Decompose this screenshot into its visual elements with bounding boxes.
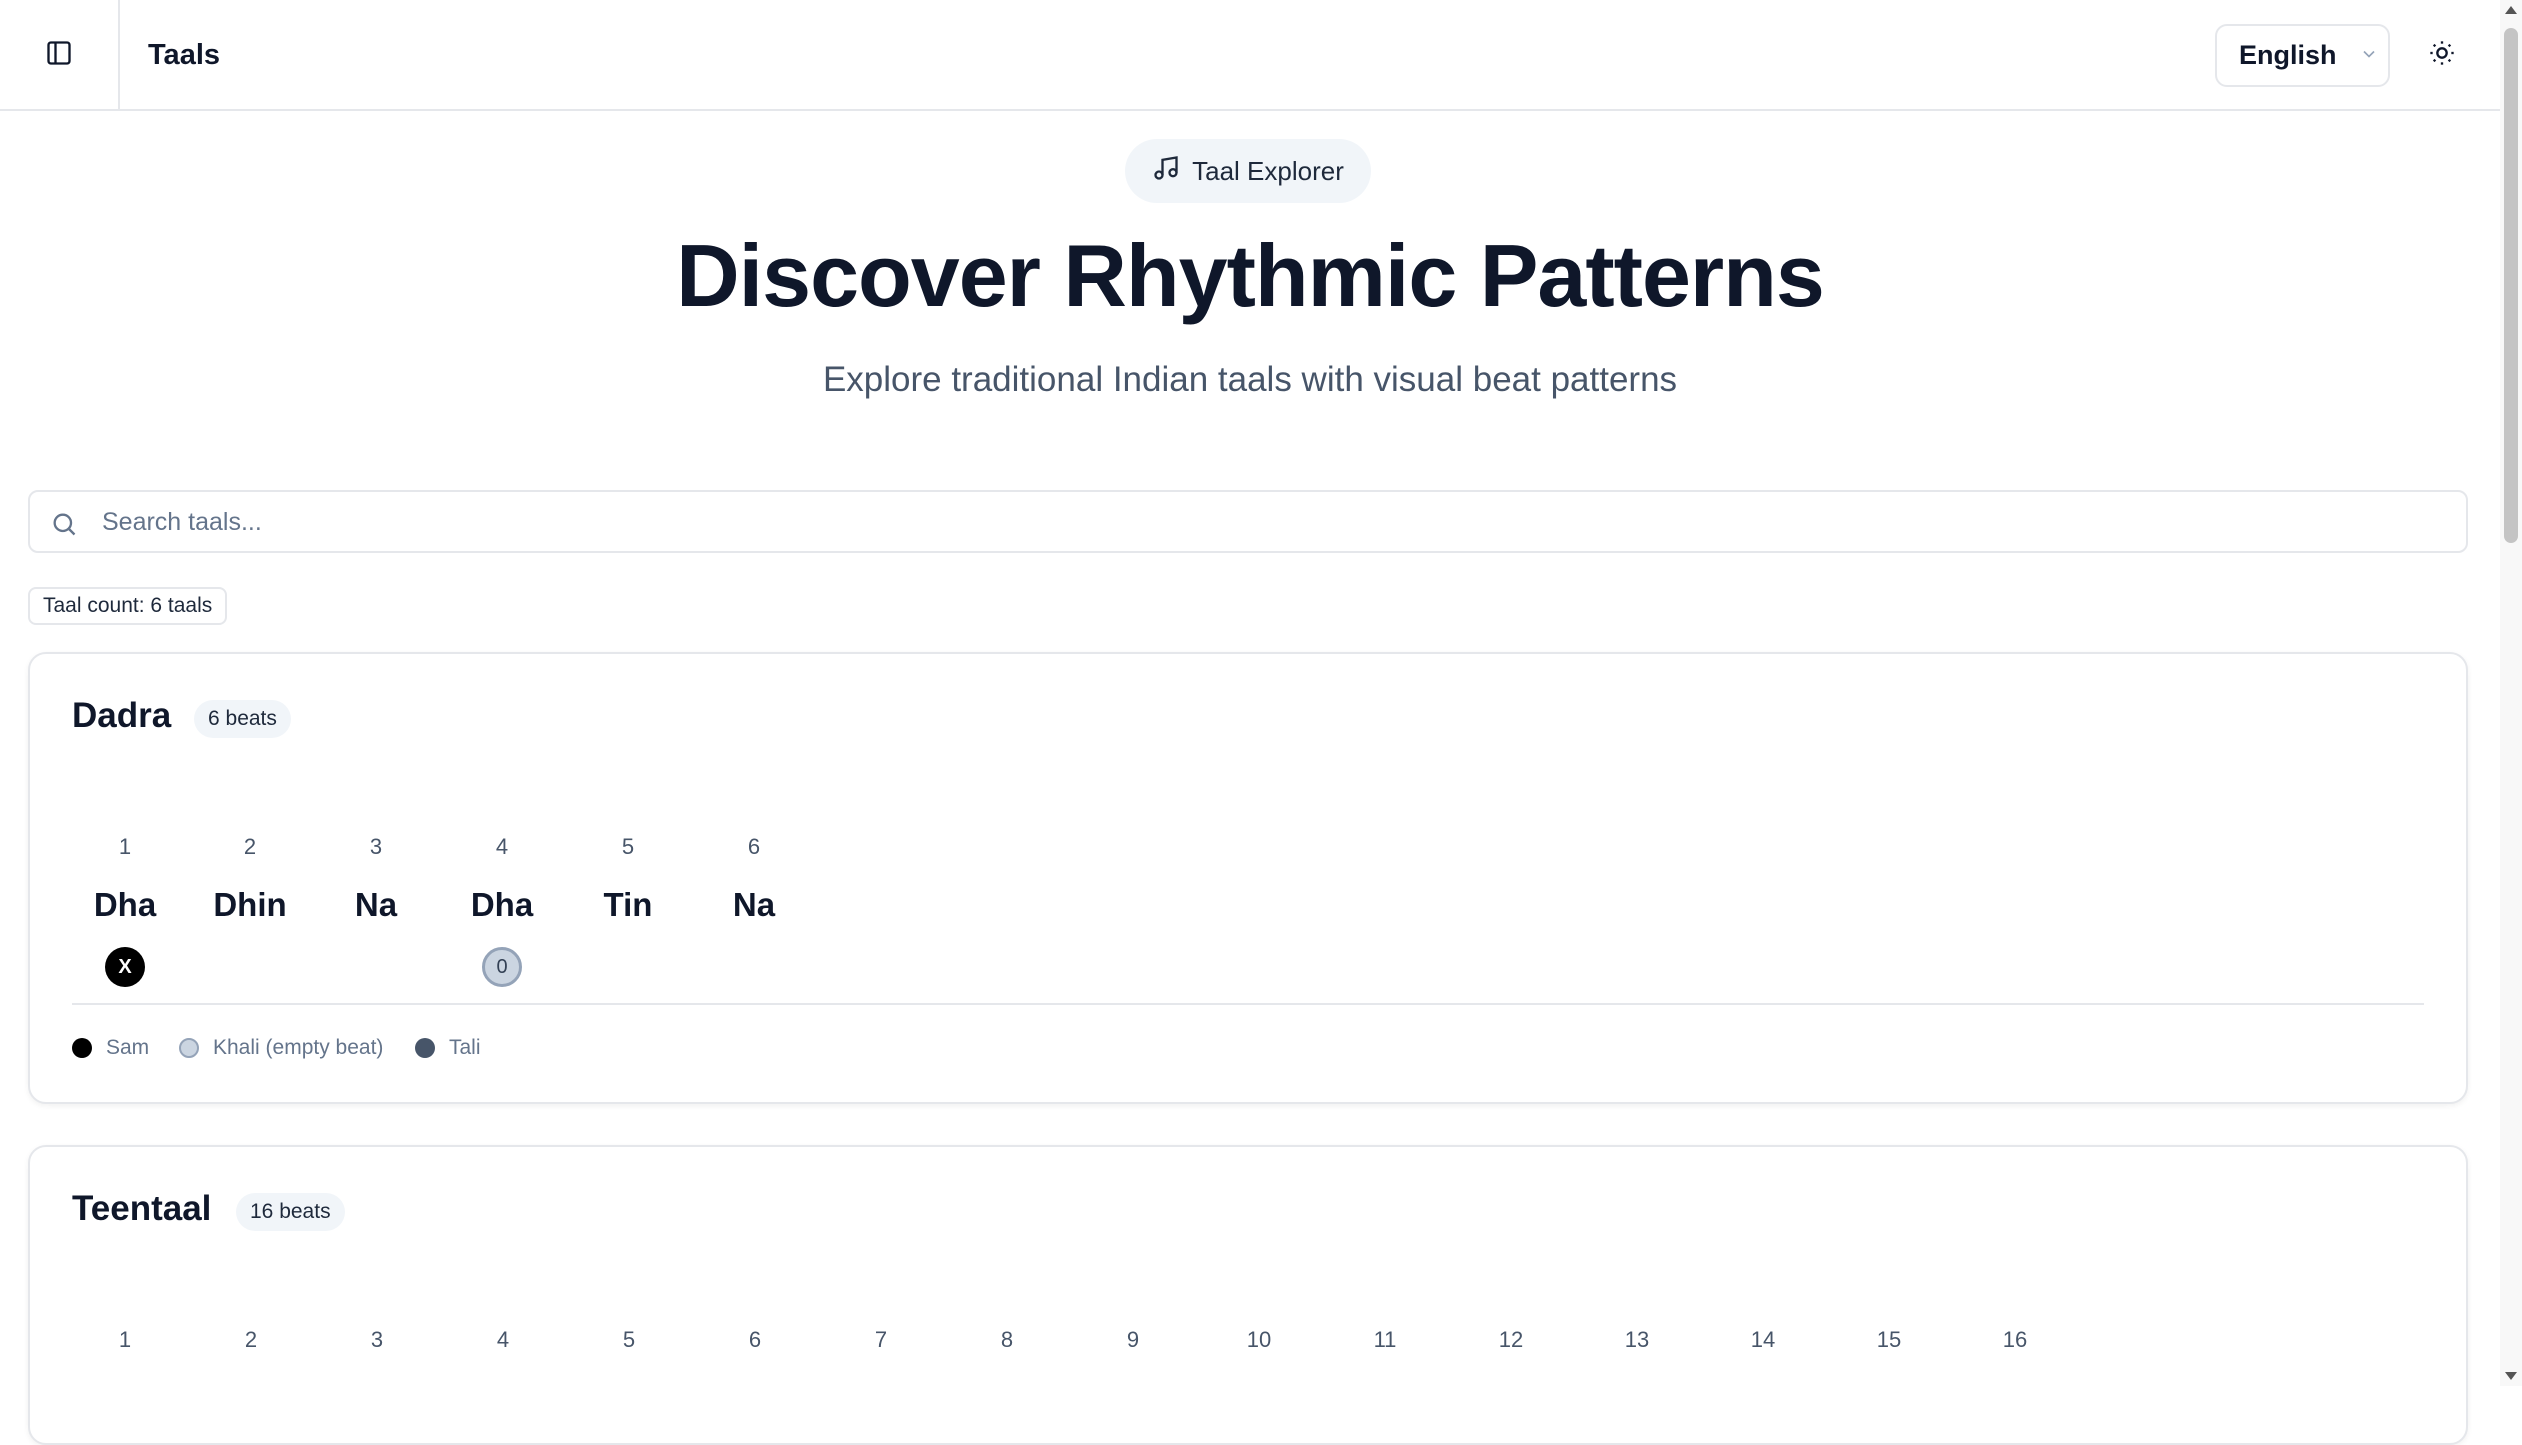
- beat-number: 14: [1750, 1327, 1776, 1352]
- beat-number: 5: [621, 834, 635, 859]
- language-select[interactable]: English: [2215, 24, 2390, 87]
- theme-toggle-button[interactable]: [2410, 24, 2473, 87]
- legend-sam: Sam: [72, 1036, 149, 1060]
- search-box: [28, 490, 2468, 553]
- beat-bol: Dha: [93, 886, 157, 923]
- beats-count-badge: 6 beats: [194, 700, 291, 738]
- sidebar-toggle-icon: [45, 39, 73, 72]
- taal-explorer-badge: Taal Explorer: [1125, 139, 1371, 203]
- page-subtitle: Explore traditional Indian taals with vi…: [822, 360, 1678, 399]
- beat-number: 13: [1624, 1327, 1650, 1352]
- sam-marker: X: [105, 947, 145, 987]
- beat-number: 5: [622, 1327, 636, 1352]
- page-scrollbar[interactable]: [2500, 0, 2522, 1386]
- beat-number: 16: [2002, 1327, 2028, 1352]
- legend-khali: Khali (empty beat): [179, 1036, 383, 1060]
- taal-name: Dadra: [72, 696, 172, 735]
- top-bar: Taals English: [0, 0, 2500, 111]
- beat-number: 4: [495, 834, 509, 859]
- beat-number: 6: [748, 1327, 762, 1352]
- legend-tali: Tali: [415, 1036, 481, 1060]
- beat-number: 1: [118, 834, 132, 859]
- beat-bol: Na: [732, 886, 776, 923]
- beat-number: 7: [874, 1327, 888, 1352]
- beat-number: 3: [370, 1327, 384, 1352]
- scroll-down-arrow-icon[interactable]: [2500, 1366, 2522, 1386]
- beat-number: 15: [1876, 1327, 1902, 1352]
- legend-label: Sam: [106, 1036, 150, 1059]
- taal-name: Teentaal: [72, 1189, 212, 1228]
- sun-icon: [2428, 39, 2456, 72]
- taal-card-dadra: Dadra 6 beats 1 2 3 4 5 6 Dha Dhin Na Dh…: [28, 652, 2468, 1104]
- khali-marker: 0: [482, 947, 522, 987]
- taal-count-badge: Taal count: 6 taals: [28, 587, 228, 625]
- beat-number: 3: [369, 834, 383, 859]
- beat-number: 6: [747, 834, 761, 859]
- beat-number: 11: [1373, 1327, 1397, 1352]
- beats-count-badge: 16 beats: [236, 1193, 345, 1231]
- beat-bol: Tin: [603, 886, 653, 923]
- scroll-up-arrow-icon[interactable]: [2500, 0, 2522, 20]
- sidebar-toggle-button[interactable]: [0, 0, 120, 111]
- beat-number: 12: [1498, 1327, 1524, 1352]
- beat-number: 4: [496, 1327, 510, 1352]
- taal-explorer-label: Taal Explorer: [1192, 155, 1344, 186]
- legend-label: Tali: [449, 1036, 481, 1059]
- taal-card-teentaal: Teentaal 16 beats 1 2 3 4 5 6 7 8 9 10 11 12 13 14 15 1…: [28, 1145, 2468, 1445]
- khali-dot-icon: [179, 1038, 199, 1058]
- legend-label: Khali (empty beat): [213, 1036, 384, 1059]
- search-input[interactable]: [100, 492, 2444, 553]
- tali-dot-icon: [415, 1038, 435, 1058]
- page-title: Discover Rhythmic Patterns: [676, 226, 1825, 325]
- beat-number: 1: [118, 1327, 132, 1352]
- beat-number: 2: [243, 834, 257, 859]
- beat-bol: Na: [354, 886, 398, 923]
- beat-bol: Dha: [470, 886, 534, 923]
- beat-number: 2: [244, 1327, 258, 1352]
- beat-number: 9: [1126, 1327, 1140, 1352]
- sam-dot-icon: [72, 1038, 92, 1058]
- music-note-icon: [1152, 154, 1180, 189]
- divider: [72, 1003, 2424, 1005]
- scroll-thumb[interactable]: [2504, 28, 2518, 543]
- language-value: English: [2239, 40, 2337, 70]
- beat-number: 10: [1246, 1327, 1272, 1352]
- beat-bol: Dhin: [213, 886, 287, 923]
- chevron-down-icon: [2359, 40, 2379, 71]
- app-title: Taals: [148, 39, 221, 71]
- beat-number: 8: [1000, 1327, 1014, 1352]
